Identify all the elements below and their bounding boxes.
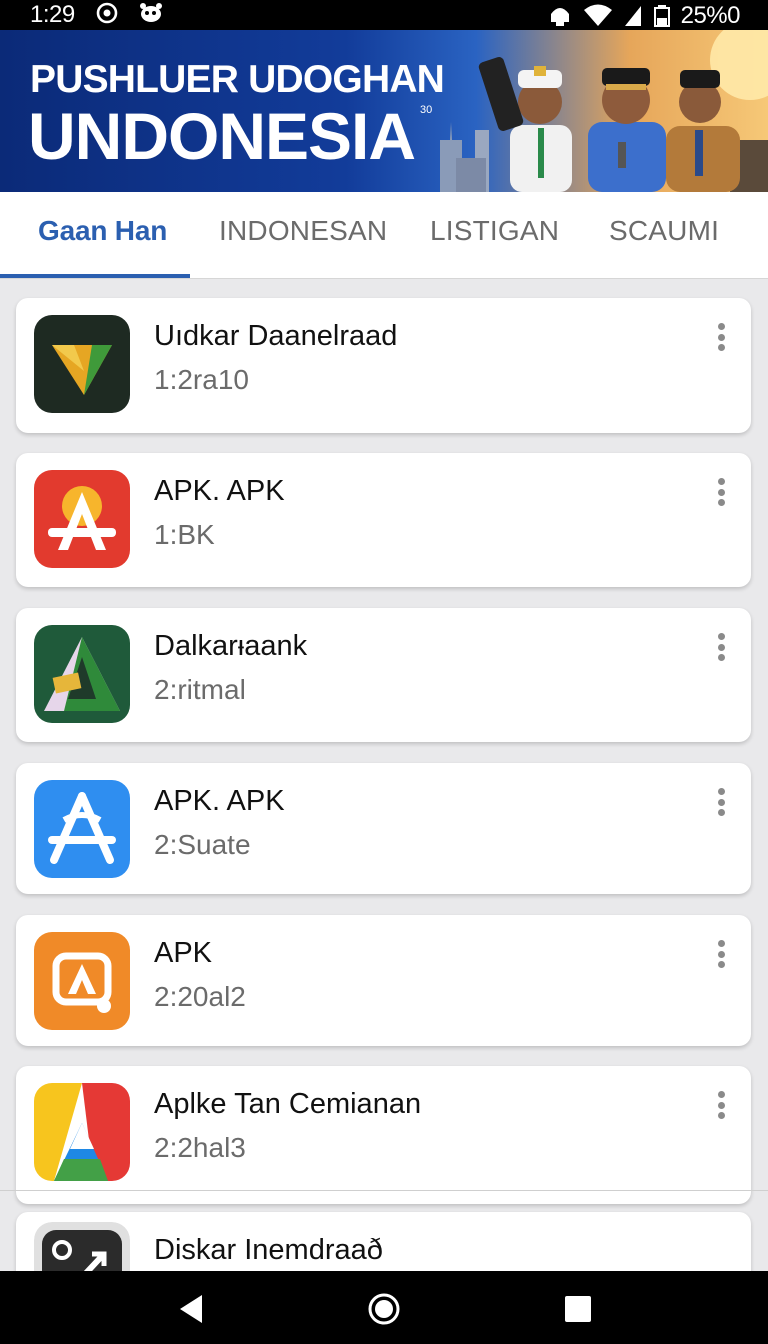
app-name: Uıdkar Daanelraad [154, 320, 398, 352]
banner-title-line2: UNDONESIA [28, 99, 416, 173]
tab-gaan-han[interactable]: Gaan Han [38, 215, 167, 247]
banner-title-line1: PUSHLUER UDOGHAN [30, 58, 445, 101]
status-icons: 25%0 [547, 2, 741, 30]
more-options-icon[interactable] [711, 940, 731, 968]
app-subtitle: 2:Suate [154, 829, 251, 860]
app-subtitle: 2:ritmal [154, 674, 246, 705]
more-options-icon[interactable] [711, 1091, 731, 1119]
orange-a-icon [34, 932, 130, 1030]
list-item[interactable]: APK. APK 2:Suate [16, 763, 751, 894]
system-nav-bar [0, 1271, 768, 1344]
list-item[interactable]: APK 2:20al2 [16, 915, 751, 1046]
list-divider [0, 1190, 768, 1191]
signal-icon [624, 6, 641, 26]
app-name: Dalkarᵼaank [154, 630, 308, 662]
app-name: Aplke Tan Cemianan [154, 1088, 422, 1120]
app-name: APK. APK [154, 475, 285, 507]
home-icon[interactable] [368, 1293, 400, 1325]
banner-illustration [440, 30, 768, 192]
multicolor-a-icon [34, 1083, 130, 1181]
active-tab-indicator [0, 274, 190, 278]
more-options-icon[interactable] [711, 478, 731, 506]
recents-icon[interactable] [562, 1293, 594, 1325]
status-bar: 1:29 25%0 [0, 0, 768, 30]
tab-indonesan[interactable]: INDONESAN [219, 215, 387, 247]
back-icon[interactable] [176, 1293, 208, 1325]
list-item[interactable]: Aplke Tan Cemianan 2:2hal3 [16, 1066, 751, 1204]
app-subtitle: 2:20al2 [154, 981, 246, 1012]
list-item[interactable]: APK. APK 1:BK [16, 453, 751, 587]
battery-icon [653, 5, 670, 27]
tab-listigan[interactable]: LISTIGAN [430, 215, 559, 247]
blue-a-icon [34, 780, 130, 878]
red-a-icon [34, 470, 130, 568]
triangle-icon [34, 315, 130, 413]
app-name: APK. APK [154, 785, 285, 817]
alarm-icon [550, 8, 569, 26]
game-notification-icon [140, 3, 162, 22]
wifi-icon [583, 4, 612, 26]
app-subtitle: 2:2hal3 [154, 1132, 246, 1163]
whatsapp-notification-icon [96, 2, 118, 24]
app-name: APK [154, 937, 213, 969]
app-subtitle: 1:BK [154, 519, 215, 550]
more-options-icon[interactable] [711, 633, 731, 661]
green-a-icon [34, 625, 130, 723]
promo-banner[interactable]: PUSHLUER UDOGHAN UNDONESIA 30 [0, 30, 768, 192]
tab-scaumi[interactable]: SCAUMI [609, 215, 719, 247]
more-options-icon[interactable] [711, 788, 731, 816]
list-item[interactable]: Uıdkar Daanelraad 1:2ra10 [16, 298, 751, 433]
status-time: 1:29 [30, 1, 75, 28]
app-subtitle: 1:2ra10 [154, 364, 249, 395]
app-name: Diskar Inemdraað [154, 1234, 383, 1266]
category-tabs: Gaan Han INDONESAN LISTIGAN SCAUMI [0, 192, 768, 279]
battery-percent: 25%0 [680, 2, 741, 29]
list-item[interactable]: Dalkarᵼaank 2:ritmal [16, 608, 751, 742]
more-options-icon[interactable] [711, 323, 731, 351]
